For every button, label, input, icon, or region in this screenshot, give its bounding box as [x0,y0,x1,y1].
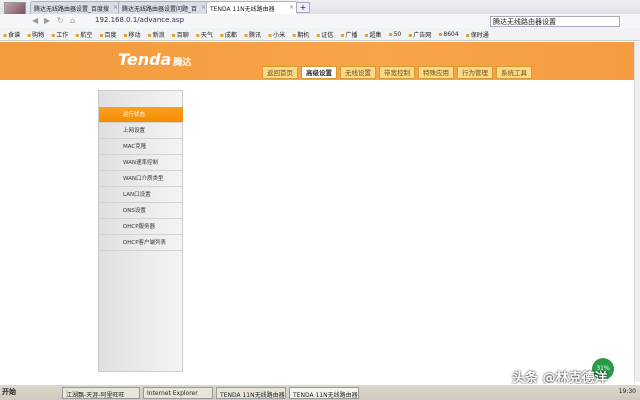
taskbar-item-active[interactable]: TENDA 11N无线路由器 [289,387,359,399]
search-input[interactable]: 腾达无线路由器设置 [490,16,620,27]
clock: 19:30 [618,388,636,395]
sidebar-item-wan-rate[interactable]: WAN速率控制 [99,155,183,171]
tenda-logo: Tenda 腾达 [118,50,192,69]
sidebar: 运行状态 上网设置 MAC克隆 WAN速率控制 WAN口介质类型 LAN口设置 … [98,90,183,372]
menu-system[interactable]: 系统工具 [496,66,532,79]
browser-tab[interactable]: 腾达无线路由器设置问题_百 × [118,1,210,14]
bookmark[interactable]: 广播 [340,30,357,39]
bookmark[interactable]: 腾讯 [244,30,261,39]
address-bar-row: ◀ ▶ ↻ ⌂ 192.168.0.1/advance.asp 腾达无线路由器设… [0,14,640,28]
taskbar-item[interactable]: TENDA 11N无线路由器 [216,387,286,399]
menu-advanced[interactable]: 高级设置 [301,66,337,79]
bookmarks-bar: 食谱 购物 工作 航空 百度 移动 新浪 百聊 天气 成都 腾讯 小米 期机 证… [0,28,640,41]
router-header: Tenda 腾达 返回首页 高级设置 无线设置 带宽控制 特殊应用 行为管理 系统… [0,42,634,80]
bookmark[interactable]: 百聊 [172,30,189,39]
main-menu: 返回首页 高级设置 无线设置 带宽控制 特殊应用 行为管理 系统工具 [262,66,532,79]
bookmark[interactable]: 50 [389,31,402,38]
bookmark[interactable]: 广告网 [408,30,431,39]
sidebar-item-dhcp-server[interactable]: DHCP服务器 [99,219,183,235]
bookmark[interactable]: 购物 [27,30,44,39]
bookmark[interactable]: 证信 [316,30,333,39]
refresh-icon[interactable]: ↻ [57,16,64,25]
menu-wireless[interactable]: 无线设置 [340,66,376,79]
browser-tab-bar: 腾达无线路由器设置_百度搜 × 腾达无线路由器设置问题_百 × TENDA 11N无… [0,0,640,24]
bookmark[interactable]: 小米 [268,30,285,39]
bookmark[interactable]: 新浪 [148,30,165,39]
menu-behavior[interactable]: 行为管理 [457,66,493,79]
sidebar-item-status[interactable]: 运行状态 [99,107,183,123]
taskbar-item[interactable]: Internet Explorer [143,387,213,399]
bookmark[interactable]: 天气 [196,30,213,39]
bookmark[interactable]: 航空 [75,30,92,39]
menu-special[interactable]: 特殊应用 [418,66,454,79]
menu-home[interactable]: 返回首页 [262,66,298,79]
url-input[interactable]: 192.168.0.1/advance.asp [95,16,475,27]
sidebar-item-dns[interactable]: DNS设置 [99,203,183,219]
bookmark[interactable]: 移动 [123,30,141,39]
browser-tab-active[interactable]: TENDA 11N无线路由器 × [206,1,298,14]
bookmark[interactable]: 超集 [364,30,381,39]
bookmark[interactable]: 工作 [51,30,68,39]
start-button[interactable]: 开始 [2,387,16,397]
forward-icon[interactable]: ▶ [44,16,50,25]
bookmark[interactable]: 食谱 [3,30,20,39]
scrollbar[interactable] [634,42,640,382]
sidebar-item-wan-media[interactable]: WAN口介质类型 [99,171,183,187]
bookmark[interactable]: 保时通 [466,30,489,39]
home-icon[interactable]: ⌂ [70,16,75,25]
browser-tab[interactable]: 腾达无线路由器设置_百度搜 × [30,1,122,14]
close-icon[interactable]: × [289,4,294,11]
taskbar: 开始 江湖飘-天涯-阿里旺旺 Internet Explorer TENDA 1… [0,384,640,400]
sidebar-item-lan[interactable]: LAN口设置 [99,187,183,203]
sidebar-item-mac-clone[interactable]: MAC克隆 [99,139,183,155]
page-content [0,80,634,382]
bookmark[interactable]: 成都 [220,30,237,39]
sidebar-item-internet[interactable]: 上网设置 [99,123,183,139]
bookmark[interactable]: 期机 [292,30,309,39]
new-tab-button[interactable]: + [296,2,310,13]
bookmark[interactable]: 8604 [438,31,458,38]
sidebar-item-dhcp-clients[interactable]: DHCP客户端列表 [99,235,183,251]
taskbar-item[interactable]: 江湖飘-天涯-阿里旺旺 [62,387,140,399]
bookmark[interactable]: 百度 [99,30,116,39]
menu-bandwidth[interactable]: 带宽控制 [379,66,415,79]
back-icon[interactable]: ◀ [32,16,38,25]
